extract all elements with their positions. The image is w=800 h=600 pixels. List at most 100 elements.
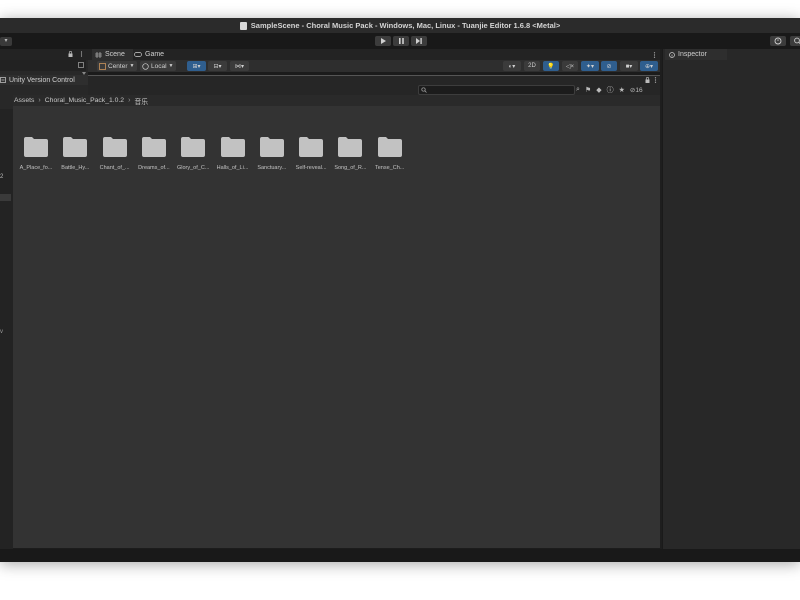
title-bar: SampleScene - Choral Music Pack - Window… (0, 18, 800, 33)
window-title: SampleScene - Choral Music Pack - Window… (250, 21, 561, 30)
audio-muted-icon: ◁× (565, 63, 575, 70)
folder-icon (102, 137, 127, 157)
more-options-icon[interactable] (653, 52, 656, 58)
lock-icon[interactable] (68, 51, 73, 57)
folder-item[interactable]: A_Place_fo... (16, 126, 56, 176)
folder-icon (259, 137, 284, 157)
gizmos-button[interactable]: ⊕▾ (640, 61, 658, 71)
game-controller-icon (134, 52, 142, 57)
history-icon (774, 37, 782, 45)
search-by-type-icon[interactable]: ⌕ (576, 86, 580, 94)
favorite-star-icon[interactable]: ★ (619, 86, 625, 94)
folder-icon (181, 137, 206, 157)
increment-snap-icon: ⊟▾ (213, 63, 222, 70)
history-button[interactable] (770, 36, 786, 46)
folder-item[interactable]: Dreams_of... (134, 126, 174, 176)
hidden-packages-toggle[interactable]: ⊘16 (630, 86, 643, 94)
project-header (88, 76, 660, 84)
increment-snapping-button[interactable]: ⊟▾ (208, 61, 227, 71)
folder-name: Halls_of_Li... (216, 165, 249, 171)
folder-icon (63, 137, 88, 157)
lighting-toggle-button[interactable]: 💡 (543, 61, 559, 71)
lightbulb-icon: 💡 (547, 63, 555, 70)
folder-tree-count: 2 (0, 174, 4, 180)
play-icon (380, 38, 386, 44)
pivot-dropdown[interactable]: Center ▼ (97, 61, 137, 71)
account-dropdown-button[interactable]: ▾ (0, 37, 12, 46)
folder-icon (377, 137, 402, 157)
camera-button[interactable]: ■▾ (620, 61, 638, 71)
play-button[interactable] (375, 36, 391, 46)
space-dropdown-label: Local (151, 62, 167, 70)
folder-icon (24, 137, 48, 157)
tab-scene[interactable]: Scene (92, 49, 133, 60)
grid-snapping-button[interactable]: ⊞▾ (187, 61, 206, 71)
scene-hash-icon (95, 51, 102, 58)
folder-item[interactable]: Song_of_R... (330, 126, 370, 176)
lock-icon[interactable] (645, 77, 650, 83)
hierarchy-options-icon[interactable] (78, 62, 84, 68)
asset-grid[interactable]: A_Place_fo... Battle_Hy... Chant_of_... Dre… (13, 106, 660, 548)
pivot-icon (99, 62, 106, 70)
step-button[interactable] (411, 36, 427, 46)
more-options-icon[interactable] (654, 77, 657, 83)
more-options-icon[interactable] (79, 51, 84, 57)
audio-toggle-button[interactable]: ◁× (562, 61, 578, 71)
folder-item[interactable]: Self-reveal... (291, 126, 331, 176)
folder-name: Battle_Hy... (61, 165, 90, 171)
effects-toggle-button[interactable]: ✦▾ (581, 61, 599, 71)
tab-game-label: Game (145, 51, 165, 58)
scene-game-tabs: Scene Game (88, 49, 660, 60)
toggle-2d-button[interactable]: 2D (524, 61, 540, 71)
folder-item[interactable]: Chant_of_... (95, 126, 135, 176)
selected-folder-row[interactable] (0, 194, 11, 201)
breadcrumb-assets[interactable]: Assets (14, 97, 34, 104)
scene-visibility-button[interactable]: ⊘ (601, 61, 617, 71)
breadcrumb: Assets › Choral_Music_Pack_1.0.2 › 音乐 (13, 95, 660, 106)
status-bar (0, 549, 800, 562)
space-dropdown[interactable]: Local ▼ (140, 61, 176, 71)
project-search-row: ⌕ ⚑ ◆ ⓘ ★ ⊘16 (88, 84, 660, 95)
folder-name: Sanctuary... (257, 165, 287, 171)
project-search-input[interactable] (418, 85, 575, 95)
hidden-packages-count: 16 (635, 87, 643, 94)
tag-icon[interactable]: ◆ (596, 86, 601, 94)
version-control-item[interactable]: Unity Version Control (0, 75, 88, 85)
folder-item[interactable]: Halls_of_Li... (213, 126, 253, 176)
hierarchy-header (0, 49, 88, 60)
search-by-label-icon[interactable]: ⚑ (585, 86, 591, 94)
search-global-button[interactable] (790, 36, 800, 46)
visibility-icon: ⊘ (606, 63, 612, 70)
align-button[interactable]: ⋈▾ (230, 61, 249, 71)
breadcrumb-music-folder[interactable]: 音乐 (134, 96, 148, 106)
editor-window: SampleScene - Choral Music Pack - Window… (0, 18, 800, 562)
breadcrumb-choral-pack[interactable]: Choral_Music_Pack_1.0.2 (45, 97, 124, 104)
folder-item[interactable]: Battle_Hy... (55, 126, 95, 176)
pause-button[interactable] (393, 36, 409, 46)
draw-mode-icon: ◐▾ (508, 63, 516, 70)
main-toolbar: ▾ (0, 33, 800, 49)
local-space-icon (142, 62, 149, 70)
hierarchy-search-field[interactable] (0, 60, 86, 71)
chevron-right-icon: › (38, 97, 41, 104)
folder-item[interactable]: Glory_of_C... (173, 126, 213, 176)
tab-game[interactable]: Game (132, 49, 170, 60)
folder-icon (141, 137, 166, 157)
folder-item[interactable]: Sanctuary... (252, 126, 292, 176)
grid-snap-icon: ⊞▾ (192, 63, 201, 70)
gizmos-globe-icon: ⊕▾ (644, 63, 654, 70)
chevron-down-icon: ▼ (168, 63, 174, 69)
folder-name: Glory_of_C... (176, 165, 210, 171)
tab-inspector[interactable]: Inspector (665, 49, 727, 60)
draw-mode-button[interactable]: ◐▾ (503, 61, 521, 71)
inspector-tab-label: Inspector (678, 51, 707, 58)
step-icon (416, 38, 422, 44)
info-icon[interactable]: ⓘ (607, 85, 614, 95)
folder-name: Dreams_of... (138, 165, 170, 171)
tree-item-marker: v (0, 329, 3, 335)
folder-name: Tense_Ch... (375, 165, 405, 171)
playback-controls (375, 36, 427, 46)
inspector-panel: Inspector (662, 49, 800, 549)
folder-item[interactable]: Tense_Ch... (370, 126, 410, 176)
camera-icon: ■▾ (625, 63, 633, 70)
